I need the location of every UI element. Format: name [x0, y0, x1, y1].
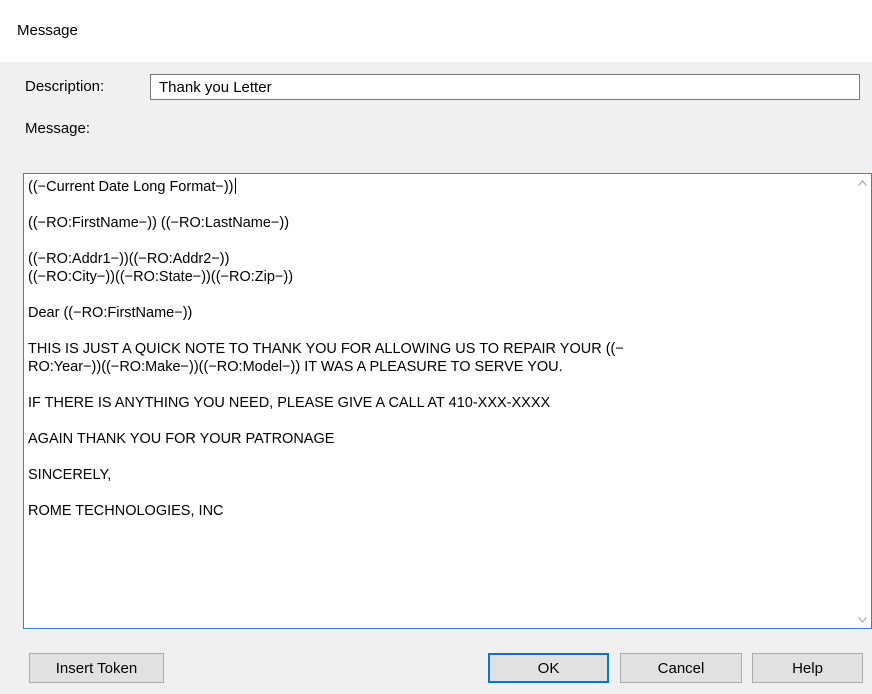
message-label: Message: [25, 120, 91, 137]
cancel-button[interactable]: Cancel [620, 653, 742, 683]
description-label: Description: [25, 78, 105, 95]
insert-token-button[interactable]: Insert Token [29, 653, 164, 683]
ok-button[interactable]: OK [488, 653, 609, 683]
help-button[interactable]: Help [752, 653, 863, 683]
vertical-scrollbar[interactable] [854, 174, 871, 628]
chevron-down-icon[interactable] [854, 611, 871, 628]
description-input[interactable] [150, 74, 860, 100]
message-dialog: Message Description: Message: ((−Current… [0, 0, 872, 694]
chevron-up-icon[interactable] [854, 174, 871, 191]
message-textarea[interactable]: ((−Current Date Long Format−)) ((−RO:Fir… [23, 173, 872, 629]
message-body-text: ((−Current Date Long Format−)) ((−RO:Fir… [28, 178, 624, 519]
title-bar: Message [0, 0, 872, 62]
text-caret [234, 178, 236, 194]
window-title: Message [17, 22, 78, 39]
message-body[interactable]: ((−Current Date Long Format−)) ((−RO:Fir… [24, 174, 853, 628]
